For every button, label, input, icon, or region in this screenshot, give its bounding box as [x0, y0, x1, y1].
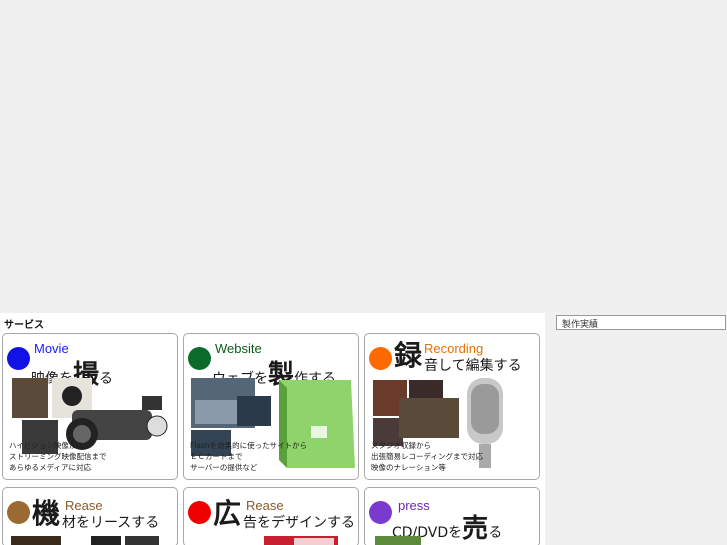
works-link-label: 製作実績	[562, 320, 599, 330]
works-link-box[interactable]: 製作実績	[556, 315, 726, 330]
service-card-cd-dvd[interactable]: press CD/DVDを売る	[364, 487, 540, 545]
card-jp-title: 材をリースする	[62, 515, 160, 531]
service-card-website[interactable]: Website ウェブを製作する Flashを効果的に使ったサイトから ＥＣカー…	[183, 333, 359, 480]
card-big-char: 売	[462, 514, 489, 544]
card-big-char: 機	[32, 497, 61, 530]
ad-photo-icon	[264, 536, 338, 545]
card-description: Flashを効果的に使ったサイトから ＥＣカートまで サーバーの提供など	[190, 441, 308, 472]
service-card-movie[interactable]: Movie 映像を撮る ハイビジョン映像から ストリーミング映像配信まで あらゆ…	[2, 333, 178, 480]
service-card-equipment-lease[interactable]: 機 Rease 材をリースする	[2, 487, 178, 545]
disc-photo-icon	[375, 536, 421, 545]
brown-dot-icon	[7, 501, 30, 524]
red-dot-icon	[188, 501, 211, 524]
orange-dot-icon	[369, 347, 392, 370]
card-big-char: 録	[394, 339, 423, 372]
card-en-title: Recording	[424, 341, 484, 356]
card-jp-title: 音して編集する	[424, 358, 522, 374]
green-dot-icon	[188, 347, 211, 370]
card-en-title: Rease	[65, 498, 103, 513]
card-jp-tail: る	[488, 525, 503, 541]
equipment-photo-icon	[11, 536, 159, 545]
card-description: スタジオ収録から 出張簡易レコーディングまで対応 映像のナレーション等	[371, 441, 483, 472]
card-en-title: Rease	[246, 498, 284, 513]
section-title: サービス	[4, 320, 44, 331]
purple-dot-icon	[369, 501, 392, 524]
blank-header-area	[0, 0, 727, 313]
service-card-recording[interactable]: 録 Recording 音して編集する スタジオ収録から 出張簡易レコーディング…	[364, 333, 540, 480]
card-description: ハイビジョン映像から ストリーミング映像配信まで あらゆるメディアに対応	[9, 441, 107, 472]
card-big-char: 広	[213, 497, 242, 530]
service-card-ad-design[interactable]: 広 Rease 告をデザインする	[183, 487, 359, 545]
card-jp-title: 告をデザインする	[243, 515, 355, 531]
blue-dot-icon	[7, 347, 30, 370]
services-section: サービス Movie 映像を撮る ハイビジョン映像から ストリーミング映像配信ま…	[0, 313, 545, 545]
